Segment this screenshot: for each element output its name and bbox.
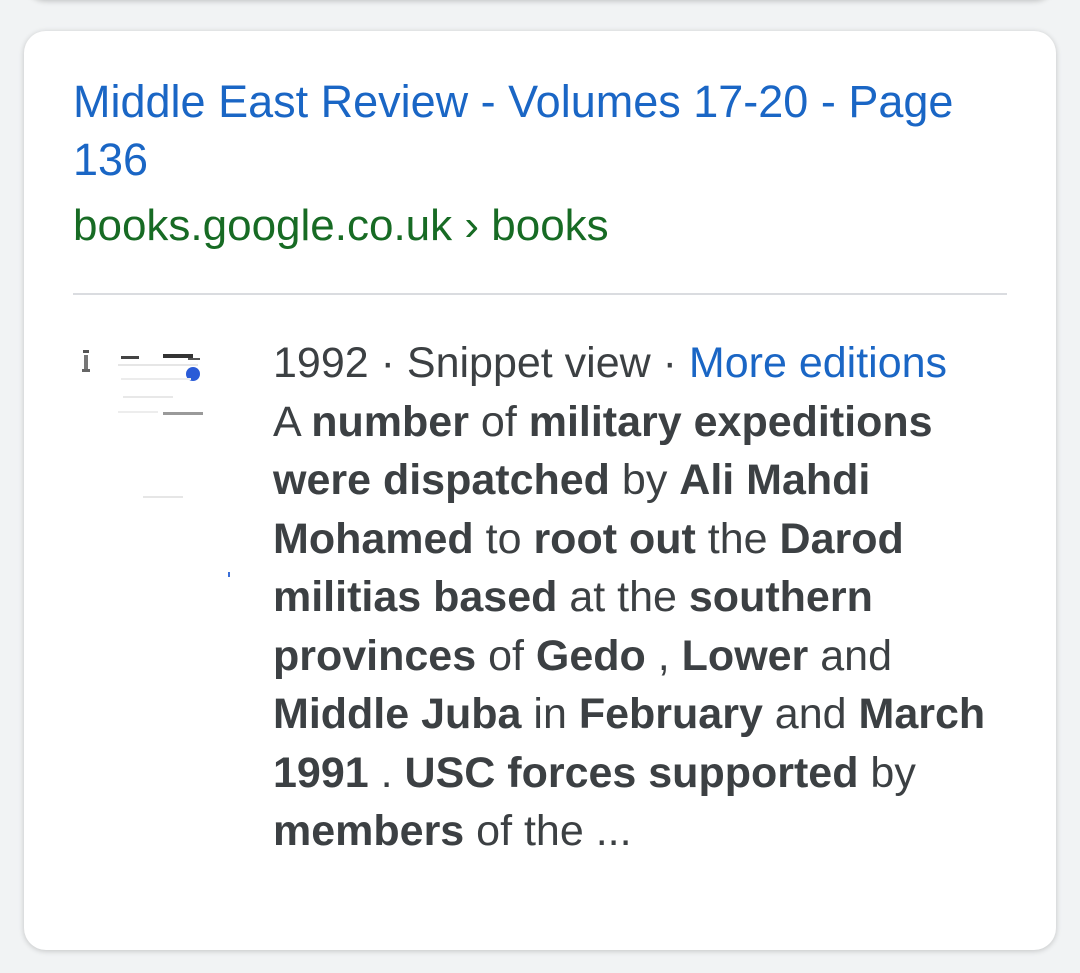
- snippet-text: A number of military expeditions were di…: [273, 393, 1003, 861]
- snippet-fragment: A: [273, 397, 312, 446]
- snippet-highlight: members: [273, 807, 465, 855]
- snippet-fragment: by: [858, 748, 916, 797]
- snippet-fragment: the: [695, 514, 780, 563]
- snippet-fragment: in: [521, 690, 579, 738]
- divider: [73, 293, 1007, 295]
- snippet-fragment: .: [368, 748, 405, 797]
- search-result-card: Middle East Review - Volumes 17-20 - Pag…: [24, 31, 1056, 950]
- meta-view-type: Snippet view: [406, 339, 651, 387]
- snippet-fragment: at the: [557, 573, 689, 621]
- result-title-link[interactable]: Middle East Review - Volumes 17-20 - Pag…: [73, 73, 1033, 189]
- snippet-fragment: and: [762, 690, 859, 738]
- result-snippet: 1992 · Snippet view · More editions A nu…: [273, 334, 1003, 861]
- result-breadcrumb[interactable]: books.google.co.uk › books: [73, 198, 609, 254]
- snippet-fragment: and: [808, 631, 892, 680]
- snippet-fragment: of: [468, 397, 529, 446]
- snippet-highlight: number: [311, 397, 469, 446]
- snippet-fragment: to: [473, 514, 534, 563]
- book-cover-icon: [73, 336, 233, 586]
- meta-separator: ·: [368, 339, 407, 387]
- snippet-highlight: Gedo: [535, 631, 646, 680]
- snippet-highlight: Lower: [681, 631, 809, 680]
- more-editions-link[interactable]: More editions: [689, 339, 947, 387]
- snippet-highlight: USC forces supported: [404, 748, 859, 797]
- snippet-fragment: of the ...: [464, 807, 632, 855]
- meta-year: 1992: [273, 339, 369, 387]
- snippet-fragment: of: [476, 631, 536, 680]
- meta-separator: ·: [650, 339, 689, 387]
- snippet-highlight: root out: [533, 514, 696, 563]
- book-thumbnail[interactable]: [73, 336, 233, 586]
- snippet-fragment: ,: [645, 631, 682, 680]
- snippet-highlight: February: [578, 690, 763, 738]
- snippet-fragment: by: [609, 456, 680, 504]
- snippet-highlight: Middle Juba: [273, 690, 522, 738]
